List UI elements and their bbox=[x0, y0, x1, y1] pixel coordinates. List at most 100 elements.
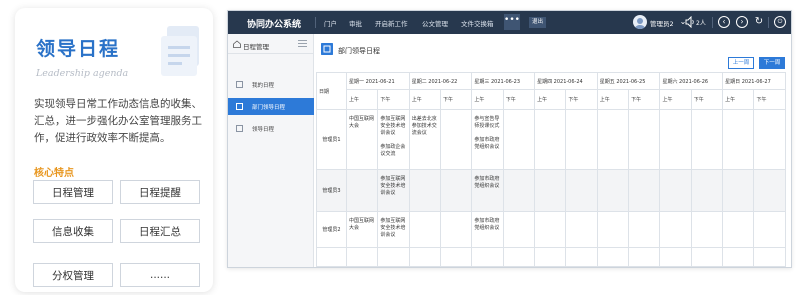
schedule-cell[interactable] bbox=[534, 169, 567, 212]
exit-button[interactable]: 退出 bbox=[529, 17, 546, 28]
schedule-event[interactable]: 中国互联网大会 bbox=[349, 116, 375, 130]
schedule-event[interactable]: 参加互联网安全技术培训会议 bbox=[380, 176, 406, 197]
forward-circle-icon[interactable]: › bbox=[736, 16, 748, 28]
feature-more-button[interactable]: ...... bbox=[120, 263, 200, 287]
sidebar-header: 日程管理 bbox=[228, 34, 314, 54]
schedule-cell[interactable] bbox=[345, 247, 379, 267]
schedule-cell[interactable] bbox=[408, 247, 442, 267]
schedule-cell[interactable]: 参加互联网安全技术培训会议 bbox=[377, 211, 410, 248]
menu-toggle-icon[interactable] bbox=[298, 40, 307, 47]
sidebar-item-my-schedule[interactable]: 我的日程 bbox=[228, 76, 314, 93]
schedule-cell[interactable]: 参加市政府党组织会议 bbox=[471, 211, 504, 248]
previous-week-button[interactable]: 上一周 bbox=[728, 57, 754, 69]
schedule-cell[interactable] bbox=[628, 109, 661, 170]
schedule-cell[interactable] bbox=[596, 211, 630, 248]
user-name[interactable]: 管理员2 bbox=[650, 18, 674, 28]
schedule-cell[interactable] bbox=[659, 109, 692, 170]
schedule-event[interactable]: 参加市政府党组织会议 bbox=[474, 137, 500, 151]
schedule-cell[interactable]: 参与宣告导师授课仪式 参加市政府党组织会议 bbox=[471, 109, 504, 170]
schedule-cell[interactable]: 中国互联网大会 bbox=[345, 109, 379, 170]
schedule-event[interactable]: 参与宣告导师授课仪式 bbox=[474, 116, 500, 130]
schedule-cell[interactable] bbox=[565, 109, 598, 170]
schedule-cell[interactable] bbox=[502, 109, 536, 170]
schedule-cell[interactable] bbox=[440, 247, 473, 267]
schedule-cell[interactable] bbox=[628, 247, 661, 267]
schedule-cell[interactable] bbox=[690, 109, 724, 170]
user-avatar[interactable] bbox=[633, 15, 647, 29]
next-week-button[interactable]: 下一周 bbox=[759, 57, 785, 69]
feature-schedule-summary-button[interactable]: 日程汇总 bbox=[120, 219, 200, 243]
sidebar-item-department-schedule[interactable]: 部门领导日程 bbox=[228, 98, 314, 115]
schedule-cell[interactable] bbox=[471, 247, 504, 267]
schedule-cell[interactable] bbox=[753, 169, 786, 212]
sidebar-item-leader-schedule[interactable]: 领导日程 bbox=[228, 120, 314, 137]
schedule-cell[interactable] bbox=[722, 169, 755, 212]
schedule-cell[interactable] bbox=[596, 247, 630, 267]
schedule-cell[interactable] bbox=[722, 109, 755, 170]
schedule-cell[interactable] bbox=[596, 109, 630, 170]
schedule-cell[interactable] bbox=[690, 247, 724, 267]
schedule-cell[interactable] bbox=[565, 247, 598, 267]
schedule-cell[interactable] bbox=[502, 169, 536, 212]
calendar-icon bbox=[236, 81, 243, 88]
schedule-cell[interactable]: 参加互联网安全技术培训会议参加政企会议交流 bbox=[377, 109, 410, 170]
schedule-cell[interactable] bbox=[565, 169, 598, 212]
schedule-event[interactable]: 中国互联网大会 bbox=[349, 218, 375, 232]
schedule-cell[interactable] bbox=[722, 211, 755, 248]
schedule-event[interactable]: 出差去北京参加技术交流会议 bbox=[412, 116, 438, 137]
refresh-icon[interactable]: ↻ bbox=[753, 16, 765, 28]
sidebar-item-label: 我的日程 bbox=[252, 83, 275, 89]
schedule-cell[interactable] bbox=[628, 169, 661, 212]
schedule-cell[interactable] bbox=[753, 109, 786, 170]
feature-schedule-reminder-button[interactable]: 日程提醒 bbox=[120, 180, 200, 204]
schedule-cell[interactable] bbox=[345, 169, 379, 212]
schedule-cell[interactable] bbox=[440, 211, 473, 248]
table-row bbox=[316, 247, 786, 267]
morning-header: 上午 bbox=[471, 89, 504, 110]
schedule-event[interactable]: 参加市政府党组织会议 bbox=[474, 176, 500, 190]
schedule-event[interactable]: 参加互联网安全技术培训会议 bbox=[380, 116, 406, 137]
schedule-cell[interactable] bbox=[440, 109, 473, 170]
nav-file-exchange[interactable]: 文件交换箱 bbox=[461, 18, 494, 28]
schedule-cell[interactable] bbox=[690, 169, 724, 212]
schedule-event[interactable]: 参加市政府党组织会议 bbox=[474, 218, 500, 232]
feature-info-collection-button[interactable]: 信息收集 bbox=[33, 219, 113, 243]
schedule-cell[interactable]: 中国互联网大会 bbox=[345, 211, 379, 248]
back-circle-icon[interactable]: ‹ bbox=[718, 16, 730, 28]
schedule-cell[interactable] bbox=[502, 211, 536, 248]
schedule-cell[interactable] bbox=[722, 247, 755, 267]
schedule-cell[interactable]: 参加市政府党组织会议 bbox=[471, 169, 504, 212]
schedule-event[interactable]: 参加互联网安全技术培训会议 bbox=[380, 218, 406, 239]
schedule-cell[interactable] bbox=[659, 169, 692, 212]
schedule-cell[interactable] bbox=[408, 211, 442, 248]
schedule-cell[interactable] bbox=[753, 211, 786, 248]
schedule-cell[interactable] bbox=[377, 247, 410, 267]
schedule-cell[interactable] bbox=[534, 109, 567, 170]
divider bbox=[768, 17, 769, 28]
schedule-cell[interactable] bbox=[502, 247, 536, 267]
schedule-cell[interactable] bbox=[659, 211, 692, 248]
schedule-cell[interactable] bbox=[534, 211, 567, 248]
speaker-icon[interactable] bbox=[685, 16, 695, 28]
nav-approval[interactable]: 审批 bbox=[349, 18, 362, 28]
schedule-cell[interactable] bbox=[408, 169, 442, 212]
nav-portal[interactable]: 门户 bbox=[324, 18, 337, 28]
schedule-cell[interactable] bbox=[753, 247, 786, 267]
schedule-cell[interactable] bbox=[534, 247, 567, 267]
schedule-cell[interactable] bbox=[440, 169, 473, 212]
schedule-cell[interactable]: 参加互联网安全技术培训会议 bbox=[377, 169, 410, 212]
nav-documents[interactable]: 公文管理 bbox=[422, 18, 448, 28]
document-icon bbox=[161, 26, 199, 76]
schedule-cell[interactable] bbox=[596, 169, 630, 212]
schedule-event[interactable]: 参加政企会议交流 bbox=[380, 144, 406, 158]
schedule-cell[interactable] bbox=[565, 211, 598, 248]
schedule-cell[interactable] bbox=[659, 247, 692, 267]
power-icon[interactable]: ⏻ bbox=[774, 16, 786, 28]
feature-permission-management-button[interactable]: 分权管理 bbox=[33, 263, 113, 287]
more-menu-button[interactable]: ••• bbox=[504, 14, 520, 30]
nav-new-work[interactable]: 开启新工作 bbox=[375, 18, 408, 28]
schedule-cell[interactable] bbox=[690, 211, 724, 248]
feature-schedule-management-button[interactable]: 日程管理 bbox=[33, 180, 113, 204]
schedule-cell[interactable]: 出差去北京参加技术交流会议 bbox=[408, 109, 442, 170]
schedule-cell[interactable] bbox=[628, 211, 661, 248]
